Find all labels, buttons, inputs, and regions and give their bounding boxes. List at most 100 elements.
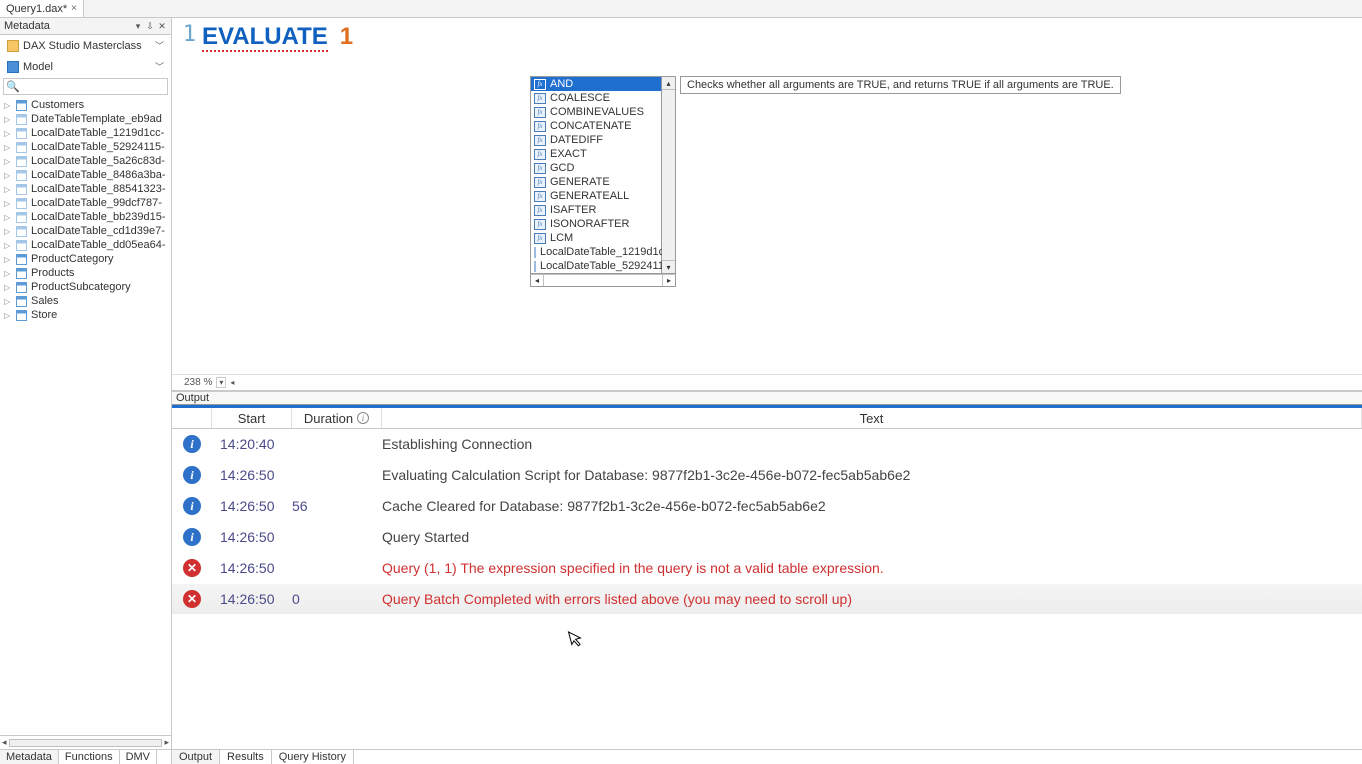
tab-dmv[interactable]: DMV bbox=[120, 750, 157, 764]
col-text[interactable]: Text bbox=[382, 408, 1362, 428]
expand-icon[interactable]: ▷ bbox=[4, 213, 12, 222]
scroll-up-icon[interactable]: ▴ bbox=[662, 77, 675, 90]
col-duration[interactable]: Duration i bbox=[292, 408, 382, 428]
sidebar-hscroll[interactable]: ◂▸ bbox=[0, 735, 171, 749]
intellisense-item[interactable]: fxAND bbox=[531, 77, 661, 91]
query-tab[interactable]: Query1.dax* × bbox=[0, 0, 84, 17]
table-icon bbox=[16, 226, 27, 237]
output-row[interactable]: ✕14:26:50Query (1, 1) The expression spe… bbox=[172, 553, 1362, 584]
literal-value: 1 bbox=[340, 23, 353, 50]
expand-icon[interactable]: ▷ bbox=[4, 185, 12, 194]
expand-icon[interactable]: ▷ bbox=[4, 269, 12, 278]
intellisense-item[interactable]: fxDATEDIFF bbox=[531, 133, 661, 147]
scroll-down-icon[interactable]: ▾ bbox=[662, 260, 675, 273]
intellisense-item[interactable]: fxCONCATENATE bbox=[531, 119, 661, 133]
intellisense-item[interactable]: fxGENERATE bbox=[531, 175, 661, 189]
scroll-left-icon[interactable]: ◂ bbox=[531, 275, 544, 286]
output-row[interactable]: i14:26:50Evaluating Calculation Script f… bbox=[172, 460, 1362, 491]
tab-metadata[interactable]: Metadata bbox=[0, 750, 59, 764]
intellisense-item[interactable]: fxISONORAFTER bbox=[531, 217, 661, 231]
close-icon[interactable]: × bbox=[71, 3, 77, 14]
table-icon bbox=[16, 212, 27, 223]
tree-item[interactable]: ▷ LocalDateTable_5a26c83d- bbox=[0, 154, 171, 168]
output-text: Cache Cleared for Database: 9877f2b1-3c2… bbox=[382, 498, 1362, 514]
expand-icon[interactable]: ▷ bbox=[4, 311, 12, 320]
expand-icon[interactable]: ▷ bbox=[4, 157, 12, 166]
tab-output[interactable]: Output bbox=[172, 750, 220, 764]
tree-item[interactable]: ▷LocalDateTable_52924115- bbox=[0, 140, 171, 154]
tree-item[interactable]: ▷LocalDateTable_cd1d39e7- bbox=[0, 224, 171, 238]
intellisense-item[interactable]: LocalDateTable_5292411 bbox=[531, 259, 661, 273]
expand-icon[interactable]: ▷ bbox=[4, 241, 12, 250]
tree-item-label: LocalDateTable_8486a3ba- bbox=[31, 169, 166, 181]
close-panel-icon[interactable]: ✕ bbox=[157, 21, 167, 32]
info-icon: i bbox=[183, 466, 201, 484]
pin-icon[interactable]: ⇩ bbox=[145, 21, 155, 32]
tree-item[interactable]: ▷ProductSubcategory bbox=[0, 280, 171, 294]
tree-item[interactable]: ▷LocalDateTable_1219d1cc- bbox=[0, 126, 171, 140]
intellisense-label: LocalDateTable_1219d1c bbox=[540, 246, 664, 258]
output-row[interactable]: i14:20:40Establishing Connection bbox=[172, 429, 1362, 460]
search-input[interactable] bbox=[22, 81, 165, 93]
output-row[interactable]: i14:26:50Query Started bbox=[172, 522, 1362, 553]
intellisense-item[interactable]: fxGENERATEALL bbox=[531, 189, 661, 203]
tree-item[interactable]: ▷Store bbox=[0, 308, 171, 322]
intellisense-hscroll[interactable]: ◂ ▸ bbox=[530, 274, 676, 287]
tree-item[interactable]: ▷Customers bbox=[0, 98, 171, 112]
search-bar: 🔍 bbox=[3, 78, 168, 95]
editor-canvas[interactable]: 1 EVALUATE1 fxANDfxCOALESCEfxCOMBINEVALU… bbox=[172, 18, 1362, 374]
col-icon bbox=[172, 408, 212, 428]
tree-item[interactable]: ▷ LocalDateTable_8486a3ba- bbox=[0, 168, 171, 182]
tree-item[interactable]: ▷LocalDateTable_88541323- bbox=[0, 182, 171, 196]
expand-icon[interactable]: ▷ bbox=[4, 227, 12, 236]
expand-icon[interactable]: ▷ bbox=[4, 115, 12, 124]
table-icon bbox=[16, 170, 27, 181]
output-start: 14:20:40 bbox=[212, 436, 292, 452]
intellisense-item[interactable]: fxCOALESCE bbox=[531, 91, 661, 105]
table-icon bbox=[534, 247, 536, 258]
intellisense-item[interactable]: LocalDateTable_1219d1c bbox=[531, 245, 661, 259]
tree-item[interactable]: ▷DateTableTemplate_eb9ad bbox=[0, 112, 171, 126]
output-row[interactable]: i14:26:5056Cache Cleared for Database: 9… bbox=[172, 491, 1362, 522]
output-panel: Output Start Duration i Text i14:20:40Es… bbox=[172, 391, 1362, 764]
output-text: Query Started bbox=[382, 529, 1362, 545]
dropdown-icon[interactable]: ▾ bbox=[133, 21, 143, 32]
expand-icon[interactable]: ▷ bbox=[4, 129, 12, 138]
tree-item[interactable]: ▷ LocalDateTable_dd05ea64- bbox=[0, 238, 171, 252]
intellisense-item[interactable]: fxLCM bbox=[531, 231, 661, 245]
tab-query-history[interactable]: Query History bbox=[272, 750, 354, 764]
output-row[interactable]: ✕14:26:500Query Batch Completed with err… bbox=[172, 584, 1362, 615]
expand-icon[interactable]: ▷ bbox=[4, 199, 12, 208]
expand-icon[interactable]: ▷ bbox=[4, 143, 12, 152]
intellisense-item[interactable]: fxEXACT bbox=[531, 147, 661, 161]
output-start: 14:26:50 bbox=[212, 467, 292, 483]
intellisense-item[interactable]: fxCOMBINEVALUES bbox=[531, 105, 661, 119]
tree-item-label: LocalDateTable_5a26c83d- bbox=[31, 155, 165, 167]
tab-results[interactable]: Results bbox=[220, 750, 272, 764]
tree-item-label: LocalDateTable_dd05ea64- bbox=[31, 239, 166, 251]
expand-icon[interactable]: ▷ bbox=[4, 255, 12, 264]
expand-icon[interactable]: ▷ bbox=[4, 171, 12, 180]
tree-item[interactable]: ▷LocalDateTable_99dcf787- bbox=[0, 196, 171, 210]
zoom-dropdown-icon[interactable]: ▾ bbox=[216, 377, 226, 388]
expand-icon[interactable]: ▷ bbox=[4, 297, 12, 306]
intellisense-item[interactable]: fxISAFTER bbox=[531, 203, 661, 217]
expand-icon[interactable]: ▷ bbox=[4, 283, 12, 292]
intellisense-item[interactable]: fxGCD bbox=[531, 161, 661, 175]
scroll-right-icon[interactable]: ▸ bbox=[662, 275, 675, 286]
expand-icon[interactable]: ▷ bbox=[4, 101, 12, 110]
tree-item[interactable]: ▷Products bbox=[0, 266, 171, 280]
scroll-left-icon[interactable]: ◂ bbox=[230, 378, 234, 387]
model-dropdown[interactable]: Model ﹀ bbox=[2, 57, 169, 76]
tab-functions[interactable]: Functions bbox=[59, 750, 120, 764]
tree-item[interactable]: ▷LocalDateTable_bb239d15- bbox=[0, 210, 171, 224]
intellisense-list[interactable]: fxANDfxCOALESCEfxCOMBINEVALUESfxCONCATEN… bbox=[530, 76, 662, 274]
col-start[interactable]: Start bbox=[212, 408, 292, 428]
database-dropdown[interactable]: DAX Studio Masterclass ﹀ bbox=[2, 36, 169, 55]
function-icon: fx bbox=[534, 205, 546, 216]
tree-item[interactable]: ▷ProductCategory bbox=[0, 252, 171, 266]
table-icon bbox=[16, 282, 27, 293]
sidebar-header: Metadata ▾ ⇩ ✕ bbox=[0, 18, 171, 35]
intellisense-scrollbar[interactable]: ▴ ▾ bbox=[662, 76, 676, 274]
tree-item[interactable]: ▷Sales bbox=[0, 294, 171, 308]
